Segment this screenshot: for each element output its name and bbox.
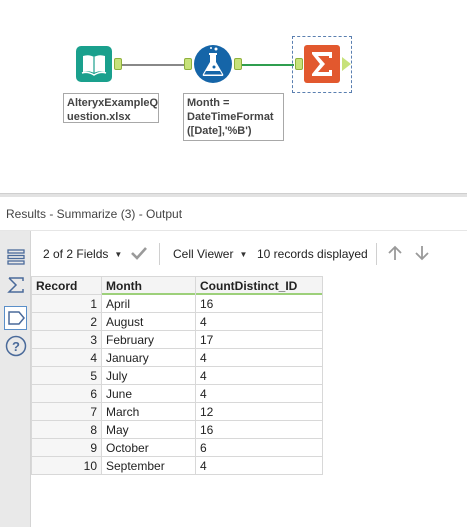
records-count: 10 records displayed: [257, 247, 368, 261]
metadata-view-button[interactable]: [4, 273, 27, 297]
summarize-tool-output-anchor[interactable]: [342, 57, 351, 71]
table-row[interactable]: 8 May 16: [31, 420, 323, 439]
summarize-tool-input-anchor[interactable]: [295, 58, 303, 70]
month-cell[interactable]: June: [101, 384, 196, 403]
record-cell: 1: [31, 294, 102, 313]
connection-input-formula: [122, 64, 184, 66]
record-cell: 7: [31, 402, 102, 421]
fields-selector-label: 2 of 2 Fields: [43, 247, 109, 261]
results-header: Results - Summarize (3) - Output: [0, 197, 467, 231]
record-cell: 6: [31, 384, 102, 403]
record-cell: 5: [31, 366, 102, 385]
viewer-selector[interactable]: Cell Viewer ▼: [173, 247, 247, 261]
count-cell[interactable]: 16: [195, 294, 323, 313]
data-view-button[interactable]: [4, 245, 27, 269]
connection-formula-summarize: [242, 64, 294, 66]
annotation-line: Month =: [187, 97, 230, 109]
month-cell[interactable]: March: [101, 402, 196, 421]
column-header-month[interactable]: Month: [101, 276, 196, 296]
record-cell: 3: [31, 330, 102, 349]
table-row[interactable]: 10 September 4: [31, 456, 323, 475]
toolbar-divider: [376, 243, 377, 265]
month-cell[interactable]: February: [101, 330, 196, 349]
results-title: Results - Summarize (3) - Output: [6, 207, 183, 221]
tag-icon: [7, 311, 25, 325]
month-cell[interactable]: April: [101, 294, 196, 313]
viewer-selector-label: Cell Viewer: [173, 247, 234, 261]
record-cell: 10: [31, 456, 102, 475]
table-row[interactable]: 6 June 4: [31, 384, 323, 403]
month-cell[interactable]: August: [101, 312, 196, 331]
month-cell[interactable]: October: [101, 438, 196, 457]
count-cell[interactable]: 17: [195, 330, 323, 349]
count-cell[interactable]: 4: [195, 384, 323, 403]
messages-view-button[interactable]: [4, 306, 27, 330]
scroll-up-button[interactable]: [386, 244, 404, 265]
sigma-outline-icon: [6, 277, 24, 293]
table-row[interactable]: 5 July 4: [31, 366, 323, 385]
column-header-countdistinct-id[interactable]: CountDistinct_ID: [195, 276, 323, 296]
record-cell: 8: [31, 420, 102, 439]
book-icon: [76, 46, 112, 82]
month-cell[interactable]: January: [101, 348, 196, 367]
count-cell[interactable]: 16: [195, 420, 323, 439]
input-tool-output-anchor[interactable]: [114, 58, 122, 70]
table-row[interactable]: 4 January 4: [31, 348, 323, 367]
scroll-down-button[interactable]: [413, 244, 431, 265]
record-cell: 9: [31, 438, 102, 457]
arrow-down-icon: [415, 246, 429, 261]
table-row[interactable]: 1 April 16: [31, 294, 323, 313]
table-header-row: Record Month CountDistinct_ID: [31, 276, 323, 296]
chevron-down-icon: ▼: [114, 250, 123, 259]
fields-selector[interactable]: 2 of 2 Fields ▼: [43, 247, 122, 261]
annotation-line: AlteryxExampleQ: [67, 97, 159, 109]
annotation-line: uestion.xlsx: [67, 111, 131, 123]
sigma-icon: [304, 45, 340, 83]
results-toolbar: 2 of 2 Fields ▼ Cell Viewer ▼ 10 records d…: [31, 231, 467, 275]
month-cell[interactable]: September: [101, 456, 196, 475]
results-table: Record Month CountDistinct_ID 1 April 16 2…: [31, 276, 323, 475]
formula-tool-input-anchor[interactable]: [184, 58, 192, 70]
results-sidebar: ?: [0, 231, 31, 527]
help-button[interactable]: ?: [4, 334, 27, 358]
summarize-tool[interactable]: [304, 45, 340, 83]
table-row[interactable]: 2 August 4: [31, 312, 323, 331]
help-icon: ?: [5, 335, 26, 357]
checkmark-icon: [131, 247, 147, 260]
annotation-line: DateTimeFormat: [187, 111, 274, 123]
month-cell[interactable]: July: [101, 366, 196, 385]
record-cell: 2: [31, 312, 102, 331]
count-cell[interactable]: 4: [195, 348, 323, 367]
formula-tool-annotation: Month = DateTimeFormat ([Date],'%B'): [183, 93, 284, 141]
input-tool-annotation: AlteryxExampleQ uestion.xlsx: [63, 93, 159, 123]
count-cell[interactable]: 4: [195, 312, 323, 331]
list-icon: [6, 249, 25, 265]
flask-icon: [194, 45, 232, 83]
count-cell[interactable]: 12: [195, 402, 323, 421]
column-header-record[interactable]: Record: [31, 276, 102, 295]
annotation-line: ([Date],'%B'): [187, 125, 252, 137]
svg-text:?: ?: [12, 339, 20, 354]
count-cell[interactable]: 6: [195, 438, 323, 457]
formula-tool[interactable]: [194, 45, 232, 83]
table-row[interactable]: 9 October 6: [31, 438, 323, 457]
month-cell[interactable]: May: [101, 420, 196, 439]
formula-tool-output-anchor[interactable]: [234, 58, 242, 70]
arrow-up-icon: [388, 245, 402, 260]
chevron-down-icon: ▼: [239, 250, 248, 259]
toolbar-divider: [159, 243, 160, 265]
apply-fields-button[interactable]: [129, 244, 149, 265]
record-cell: 4: [31, 348, 102, 367]
count-cell[interactable]: 4: [195, 456, 323, 475]
input-data-tool[interactable]: [76, 46, 112, 82]
count-cell[interactable]: 4: [195, 366, 323, 385]
table-row[interactable]: 7 March 12: [31, 402, 323, 421]
workflow-canvas[interactable]: AlteryxExampleQ uestion.xlsx Month = Dat…: [0, 0, 467, 195]
table-row[interactable]: 3 February 17: [31, 330, 323, 349]
